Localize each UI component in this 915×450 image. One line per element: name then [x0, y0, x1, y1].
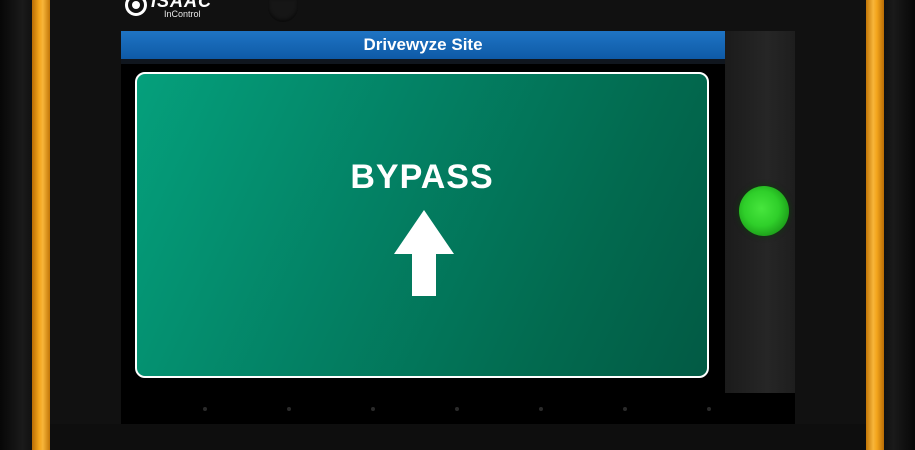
soft-key-dot — [707, 407, 711, 411]
bypass-sign[interactable]: BYPASS — [135, 72, 709, 378]
soft-key-dot — [539, 407, 543, 411]
tablet-device: ISAAC InControl Drivewyze Site BYPASS — [0, 0, 915, 450]
display-screen: Drivewyze Site BYPASS — [121, 31, 795, 424]
housing-accent-right — [866, 0, 884, 450]
site-title: Drivewyze Site — [363, 35, 483, 54]
soft-key-dot — [455, 407, 459, 411]
housing-accent-left — [32, 0, 50, 450]
bezel-bottom — [50, 424, 866, 450]
title-separator — [121, 59, 725, 64]
soft-key-indicators — [121, 403, 795, 415]
soft-key-dot — [203, 407, 207, 411]
brand-logo: ISAAC InControl — [120, 0, 280, 22]
up-arrow-icon — [394, 210, 454, 296]
soft-key-dot — [371, 407, 375, 411]
site-title-bar: Drivewyze Site — [121, 31, 725, 59]
logo-mark-icon — [125, 0, 147, 16]
status-panel — [725, 31, 795, 393]
soft-key-dot — [623, 407, 627, 411]
green-status-light — [739, 186, 789, 236]
logo-sub-text: InControl — [164, 9, 201, 19]
rubber-bumper-right — [884, 0, 915, 450]
soft-key-dot — [287, 407, 291, 411]
rubber-bumper-left — [0, 0, 32, 450]
sign-message: BYPASS — [350, 158, 494, 196]
